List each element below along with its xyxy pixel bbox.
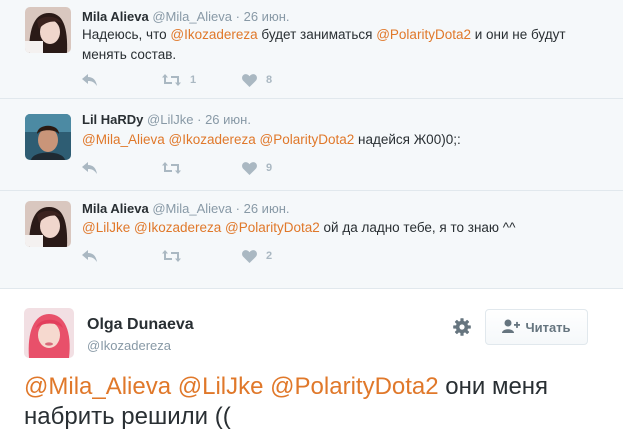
retweet-icon xyxy=(162,250,181,262)
like-button[interactable]: 2 xyxy=(242,249,322,263)
author-name[interactable]: Mila Alieva xyxy=(82,201,149,216)
mention-link[interactable]: @Ikozadereza xyxy=(134,220,221,235)
avatar[interactable] xyxy=(25,7,71,53)
add-user-icon xyxy=(502,319,525,336)
timestamp[interactable]: 26 июн. xyxy=(244,201,290,216)
retweet-button[interactable]: 1 xyxy=(162,74,242,86)
avatar[interactable] xyxy=(25,114,71,160)
follow-button[interactable]: Читать xyxy=(485,309,588,345)
tweet-text: @Mila_Alieva @Ikozadereza @PolarityDota2… xyxy=(82,130,602,150)
retweet-count: 1 xyxy=(190,74,197,86)
author-name[interactable]: Lil HaRDy xyxy=(82,112,143,127)
retweet-button[interactable] xyxy=(162,250,242,262)
mention-link[interactable]: @LilJke xyxy=(82,220,130,235)
like-button[interactable]: 9 xyxy=(242,161,322,175)
mention-link[interactable]: @LilJke xyxy=(178,373,264,400)
gear-icon[interactable] xyxy=(452,317,472,337)
tweet-text: Надеюсь, что @Ikozadereza будет занимать… xyxy=(82,25,602,65)
heart-icon xyxy=(242,249,257,263)
heart-icon xyxy=(242,73,257,87)
like-count: 2 xyxy=(266,250,273,262)
mention-link[interactable]: @Mila_Alieva xyxy=(24,373,171,400)
like-button[interactable]: 8 xyxy=(242,73,322,87)
text-fragment: надейся Ж00)0;: xyxy=(354,132,461,147)
tweet-text: @Mila_Alieva @LilJke @PolarityDota2 они … xyxy=(24,372,604,432)
reply-tweet[interactable]: Mila Alieva @Mila_Alieva · 26 июн. @LilJ… xyxy=(0,191,623,288)
mention-link[interactable]: @PolarityDota2 xyxy=(270,373,438,400)
separator: · xyxy=(235,9,240,24)
reply-icon xyxy=(82,74,97,86)
author-handle[interactable]: @LilJke xyxy=(147,112,193,127)
conversation-thread: Mila Alieva @Mila_Alieva · 26 июн. Надею… xyxy=(0,0,623,288)
retweet-button[interactable] xyxy=(162,162,242,174)
text-fragment: будет заниматься xyxy=(257,27,377,42)
author-name[interactable]: Olga Dunaeva xyxy=(87,316,194,334)
avatar[interactable] xyxy=(25,201,71,247)
reply-icon xyxy=(82,162,97,174)
mention-link[interactable]: @Ikozadereza xyxy=(170,27,257,42)
reply-button[interactable] xyxy=(82,74,162,86)
follow-label: Читать xyxy=(525,319,571,335)
reply-icon xyxy=(82,250,97,262)
mention-link[interactable]: @PolarityDota2 xyxy=(260,132,355,147)
timestamp[interactable]: 26 июн. xyxy=(244,9,290,24)
author-name[interactable]: Mila Alieva xyxy=(82,9,149,24)
text-fragment xyxy=(171,373,178,400)
text-fragment: ой да ладно тебе, я то знаю ^^ xyxy=(319,220,516,235)
tweet-text: @LilJke @Ikozadereza @PolarityDota2 ой д… xyxy=(82,218,602,238)
reply-tweet[interactable]: Lil HaRDy @LilJke · 26 июн. @Mila_Alieva… xyxy=(0,99,623,191)
author-handle[interactable]: @Ikozadereza xyxy=(87,338,171,353)
mention-link[interactable]: @PolarityDota2 xyxy=(376,27,471,42)
reply-button[interactable] xyxy=(82,162,162,174)
like-count: 9 xyxy=(266,162,273,174)
heart-icon xyxy=(242,161,257,175)
reply-button[interactable] xyxy=(82,250,162,262)
reply-tweet[interactable]: Mila Alieva @Mila_Alieva · 26 июн. Надею… xyxy=(0,0,623,99)
mention-link[interactable]: @PolarityDota2 xyxy=(225,220,320,235)
like-count: 8 xyxy=(266,74,273,86)
separator: · xyxy=(235,201,240,216)
main-tweet: Olga Dunaeva @Ikozadereza Читать @Mila_A… xyxy=(0,288,623,440)
retweet-icon xyxy=(162,162,181,174)
retweet-icon xyxy=(162,74,181,86)
timestamp[interactable]: 26 июн. xyxy=(205,112,251,127)
avatar[interactable] xyxy=(24,308,74,358)
text-fragment: Надеюсь, что xyxy=(82,27,171,42)
author-handle[interactable]: @Mila_Alieva xyxy=(152,201,232,216)
mention-link[interactable]: @Ikozadereza xyxy=(169,132,256,147)
author-handle[interactable]: @Mila_Alieva xyxy=(152,9,232,24)
mention-link[interactable]: @Mila_Alieva xyxy=(82,132,165,147)
separator: · xyxy=(197,112,202,127)
